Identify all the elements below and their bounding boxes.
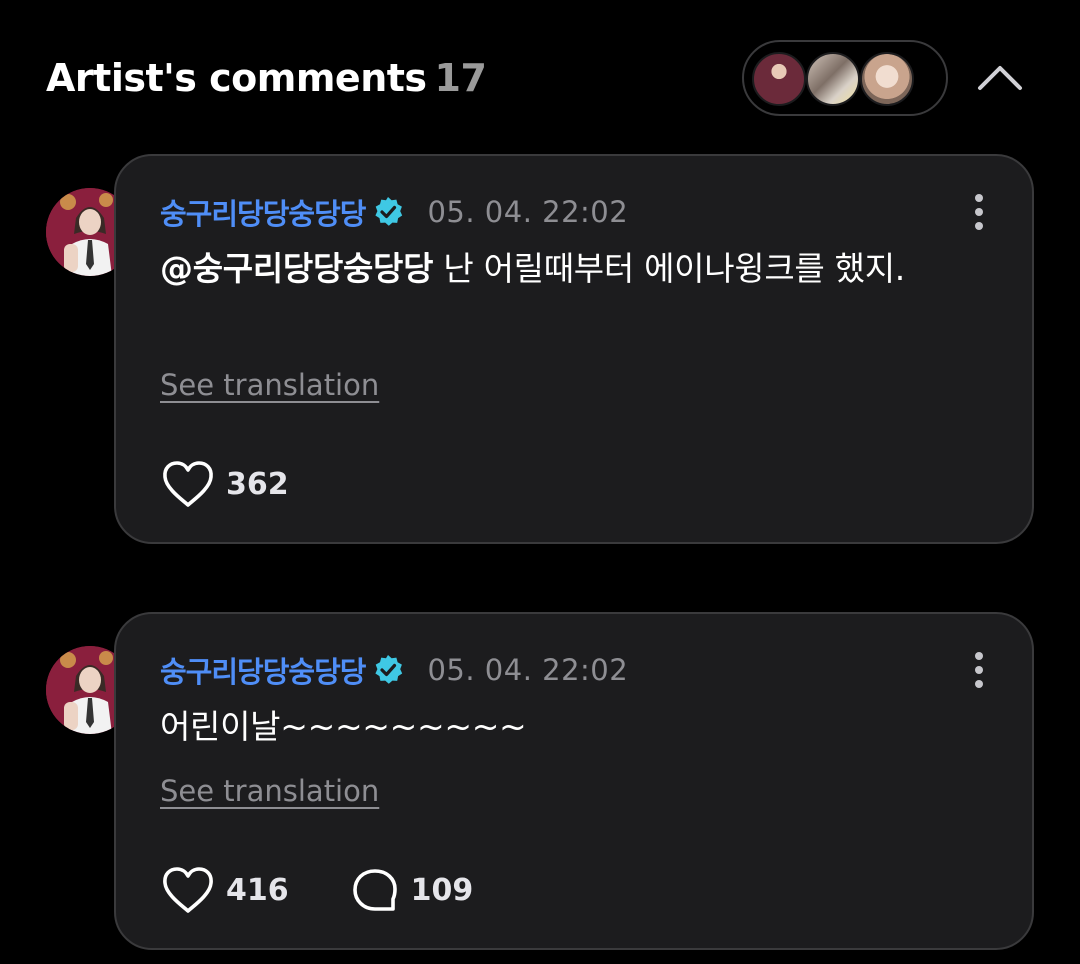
more-vertical-icon-dot [975, 208, 983, 216]
more-options-button[interactable] [964, 650, 994, 690]
comment-bubble-icon [352, 869, 397, 911]
heart-icon [163, 461, 213, 507]
comment-message: 난 어릴때부터 에이나윙크를 했지. [433, 249, 905, 288]
section-title-text: Artist's comments [46, 56, 427, 100]
artist-comments-header: Artist's comments 17 [0, 0, 1080, 150]
participant-avatars[interactable] [742, 40, 948, 116]
like-count: 416 [226, 872, 289, 908]
more-vertical-icon [975, 652, 983, 660]
artist-avatar [752, 52, 806, 106]
comment-actions: 416 109 [160, 862, 473, 918]
author-name[interactable]: 숭구리당당숭당당 [160, 191, 366, 233]
section-title: Artist's comments 17 [46, 56, 487, 100]
comment-timestamp: 05. 04. 22:02 [427, 653, 629, 687]
reply-count: 109 [410, 872, 474, 908]
reply-button[interactable]: 109 [349, 865, 474, 915]
comment-message: 어린이날~~~~~~~~~ [160, 707, 527, 746]
see-translation-link[interactable]: See translation [160, 368, 379, 402]
verified-badge-icon [371, 195, 405, 229]
fan-avatar [806, 52, 860, 106]
comment-text: @숭구리당당숭당당 난 어릴때부터 에이나윙크를 했지. [160, 244, 970, 294]
like-button[interactable]: 362 [160, 459, 289, 509]
comment-timestamp: 05. 04. 22:02 [427, 195, 629, 229]
comment-card: 숭구리당당숭당당 05. 04. 22:02 어린이날~~~~~~~~~ See… [114, 612, 1034, 950]
like-button[interactable]: 416 [160, 865, 289, 915]
more-options-button[interactable] [964, 192, 994, 232]
chevron-up-icon [978, 66, 1022, 90]
comment-text: 어린이날~~~~~~~~~ [160, 702, 970, 752]
more-vertical-icon-dot [975, 680, 983, 688]
comment-count: 17 [434, 56, 487, 100]
comment-card: 숭구리당당숭당당 05. 04. 22:02 @숭구리당당숭당당 난 어릴때부터… [114, 154, 1034, 544]
comment-actions: 362 [160, 456, 289, 512]
more-vertical-icon-dot [975, 666, 983, 674]
heart-icon [163, 867, 213, 913]
see-translation-link[interactable]: See translation [160, 774, 379, 808]
like-count: 362 [226, 466, 289, 502]
comment-meta: 숭구리당당숭당당 05. 04. 22:02 [160, 192, 628, 232]
mention-link[interactable]: @숭구리당당숭당당 [160, 249, 433, 288]
author-name[interactable]: 숭구리당당숭당당 [160, 649, 366, 691]
collapse-button[interactable] [970, 50, 1030, 106]
more-vertical-icon [975, 194, 983, 202]
verified-badge-icon [371, 653, 405, 687]
more-vertical-icon-dot [975, 222, 983, 230]
comment-meta: 숭구리당당숭당당 05. 04. 22:02 [160, 650, 628, 690]
fan-avatar [860, 52, 914, 106]
